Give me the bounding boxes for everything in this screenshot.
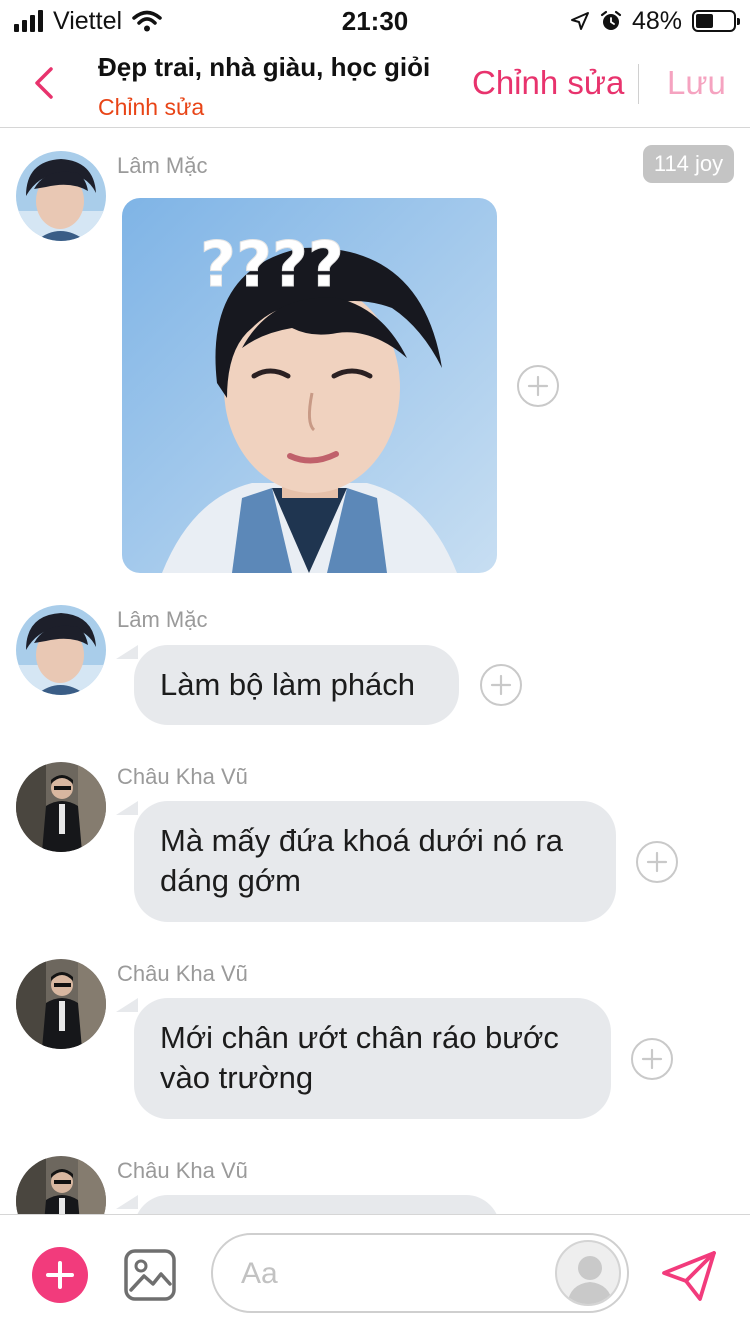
- send-button[interactable]: [660, 1249, 718, 1303]
- status-right: 48%: [570, 6, 740, 36]
- plus-circle-icon: [527, 375, 549, 397]
- subtitle-edit-link[interactable]: Chỉnh sửa: [98, 94, 204, 121]
- add-button[interactable]: [32, 1247, 88, 1303]
- avatar-chau-kha-vu[interactable]: [16, 1156, 106, 1214]
- message-input[interactable]: [241, 1247, 541, 1301]
- message-image[interactable]: ????: [122, 198, 497, 573]
- avatar-lam-mac[interactable]: [16, 151, 106, 241]
- joy-badge: 114 joy: [643, 145, 734, 183]
- react-button[interactable]: [480, 664, 522, 706]
- bubble-tail: [116, 801, 138, 815]
- message-bubble[interactable]: [134, 1195, 500, 1214]
- image-gallery-button[interactable]: [123, 1248, 177, 1302]
- message-input-box[interactable]: [211, 1233, 629, 1313]
- bubble-tail: [116, 645, 138, 659]
- image-gallery-icon: [124, 1249, 176, 1301]
- sender-name: Lâm Mặc: [117, 607, 208, 632]
- sender-name: Châu Kha Vũ: [117, 764, 248, 789]
- battery-icon: [692, 10, 740, 32]
- back-button[interactable]: [22, 58, 66, 108]
- plus-icon: [46, 1261, 74, 1289]
- status-bar: Viettel 21:30 48%: [0, 0, 750, 40]
- chevron-left-icon: [35, 67, 53, 99]
- person-silhouette-icon: [567, 1256, 613, 1304]
- save-button[interactable]: Lưu: [667, 64, 726, 102]
- plus-circle-icon: [646, 851, 668, 873]
- location-arrow-icon: [570, 12, 589, 30]
- battery-fill: [696, 14, 713, 28]
- header-divider: [638, 64, 639, 104]
- alarm-clock-icon: [600, 10, 622, 30]
- sender-name: Châu Kha Vũ: [117, 961, 248, 986]
- bubble-tail: [116, 1195, 138, 1209]
- sender-avatar-selector[interactable]: [555, 1240, 621, 1306]
- avatar-chau-kha-vu[interactable]: [16, 959, 106, 1049]
- paper-plane-icon: [662, 1251, 716, 1301]
- react-button[interactable]: [636, 841, 678, 883]
- message-bubble[interactable]: Mới chân ướt chân ráo bước vào trường: [134, 998, 611, 1119]
- battery-percent: 48%: [631, 6, 682, 35]
- chat-thread[interactable]: Lâm Mặc 114 joy ???? Lâm Mặc Làm bộ làm …: [0, 129, 750, 1214]
- avatar-lam-mac[interactable]: [16, 605, 106, 695]
- sender-name: Châu Kha Vũ: [117, 1158, 248, 1183]
- page-title: Đẹp trai, nhà giàu, học giỏi: [98, 52, 431, 82]
- edit-button[interactable]: Chỉnh sửa: [472, 64, 624, 102]
- avatar-chau-kha-vu[interactable]: [16, 762, 106, 852]
- bubble-tail: [116, 998, 138, 1012]
- chat-header: Đẹp trai, nhà giàu, học giỏi Chỉnh sửa C…: [0, 40, 750, 128]
- plus-circle-icon: [641, 1048, 663, 1070]
- sender-name: Lâm Mặc: [117, 153, 208, 178]
- message-bubble[interactable]: Làm bộ làm phách: [134, 645, 459, 725]
- image-question-marks: ????: [200, 228, 344, 301]
- composer-bar: [0, 1214, 750, 1334]
- react-button[interactable]: [631, 1038, 673, 1080]
- message-bubble[interactable]: Mà mấy đứa khoá dưới nó ra dáng gớm: [134, 801, 616, 922]
- plus-circle-icon: [490, 674, 512, 696]
- react-button[interactable]: [517, 365, 559, 407]
